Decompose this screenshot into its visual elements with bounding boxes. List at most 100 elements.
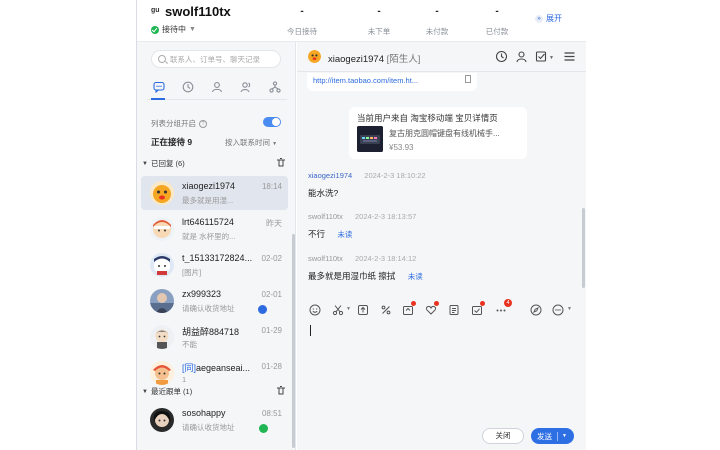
notification-count: 4: [504, 299, 512, 307]
more-icon[interactable]: 4: [495, 299, 512, 315]
group-toggle[interactable]: [263, 117, 281, 127]
contact-row[interactable]: xiaogezi1974 18:14 最多就是用湿...: [141, 176, 288, 210]
stranger-tag: [陌生人]: [386, 54, 421, 65]
message-body: 不行: [308, 229, 326, 239]
sidebar-scrollbar[interactable]: [292, 234, 295, 448]
product-card[interactable]: 当前用户来自 淘宝移动端 宝贝详情页 复古朋克圆帽键盘有线机械手... ¥53.…: [349, 107, 527, 159]
avatar: [150, 361, 174, 385]
expand-button[interactable]: » 展开: [535, 13, 562, 24]
section-title: 已回复: [150, 159, 174, 168]
status-label: 接待中: [162, 25, 186, 34]
contact-name: t_15133172824...: [182, 253, 260, 263]
message-text: 最多就是用湿巾纸 擦拭 未读: [308, 270, 423, 282]
chat-avatar[interactable]: [308, 50, 321, 63]
caret-down-icon[interactable]: ▼: [562, 433, 567, 439]
serving-count: 正在接待 9: [151, 137, 193, 147]
contact-row[interactable]: 胡益醉884718 01-29 不能: [141, 320, 288, 354]
emoji-icon[interactable]: [309, 303, 321, 316]
notification-dot: [411, 301, 416, 306]
chat-title: xiaogezi1974 [陌生人]: [328, 51, 420, 65]
contact-name: 胡益醉884718: [182, 325, 260, 338]
org-tree-icon[interactable]: [269, 80, 281, 93]
avatar: [150, 217, 174, 241]
contact-time: 18:14: [261, 182, 282, 191]
clock-icon[interactable]: [182, 81, 194, 93]
scissors-icon[interactable]: [332, 303, 344, 316]
caret-down-icon: ▼: [272, 141, 278, 147]
account-name: swolf110tx: [165, 4, 231, 19]
app-window: gu swolf110tx 接待中 ▼ - 今日接待 - 未下单 - 未付款 -…: [136, 0, 586, 450]
contact-time: 08:51: [261, 409, 282, 418]
send-label: 发送: [537, 431, 552, 441]
contact-preview: [图片]: [182, 268, 202, 277]
text-cursor: [310, 325, 311, 336]
sort-selector[interactable]: 按入联系时间 ▼: [225, 137, 277, 148]
message-time: 2024-2-3 18:13:57: [354, 212, 417, 221]
caret-down-icon[interactable]: ▼: [549, 55, 554, 61]
message-input[interactable]: [297, 322, 586, 422]
unread-status: 未读: [337, 230, 353, 239]
link-url: http://item.taobao.com/item.ht...: [313, 76, 419, 85]
contact-row[interactable]: t_15133172824... 02-02 [图片]: [141, 248, 288, 282]
contact-row[interactable]: zx999323 02-01 请确认收货地址: [141, 284, 288, 318]
close-button[interactable]: 关闭: [482, 428, 524, 444]
stat-paid[interactable]: - 已付款: [472, 6, 522, 37]
avatar: [150, 181, 174, 205]
search-input[interactable]: 联系人、订单号、聊天记录: [151, 50, 281, 68]
message-meta: swolf110tx 2024-2-3 18:13:57: [308, 212, 416, 221]
compass-icon[interactable]: [530, 303, 542, 316]
contact-name-text: lrt646115724: [182, 217, 234, 227]
section-replied[interactable]: ▼ 已回复 (6): [142, 158, 292, 169]
menu-icon[interactable]: [563, 50, 576, 63]
clear-list-icon[interactable]: [276, 157, 286, 167]
stat-value: -: [377, 6, 381, 17]
chat-contact-name: xiaogezi1974: [328, 54, 384, 65]
contact-name-text: t_15133172824...: [182, 253, 253, 263]
caret-down-icon[interactable]: ▼: [346, 306, 351, 312]
chat-settings-icon[interactable]: [552, 303, 564, 316]
contact-time: 昨天: [266, 219, 282, 228]
search-placeholder: 联系人、订单号、聊天记录: [170, 54, 260, 64]
notification-dot: [434, 301, 439, 306]
person-icon[interactable]: [211, 81, 223, 93]
section-recent-orders[interactable]: ▼ 最近跟单 (1): [142, 386, 292, 397]
app-logo: gu: [151, 7, 160, 14]
stat-unpaid[interactable]: - 未付款: [412, 6, 462, 37]
send-button[interactable]: 发送 ▼: [531, 428, 574, 444]
favorite-heart-icon[interactable]: [425, 301, 439, 315]
caret-down-icon[interactable]: ▼: [567, 306, 572, 312]
chat-bubble-icon[interactable]: [153, 81, 165, 93]
status-selector[interactable]: 接待中 ▼: [151, 24, 196, 35]
message-body: 最多就是用湿巾纸 擦拭: [308, 271, 396, 281]
discount-icon[interactable]: [380, 303, 392, 315]
chevrons-icon: »: [535, 14, 543, 23]
task-check-icon[interactable]: [535, 50, 548, 63]
contact-row[interactable]: sosohappy 08:51 请确认收货地址: [141, 403, 288, 437]
contact-row[interactable]: [同]aegeanseai... 01-28 1: [141, 356, 288, 390]
message-text: 能水洗?: [308, 187, 338, 199]
transfer-icon[interactable]: [402, 301, 416, 315]
order-card-icon[interactable]: [471, 301, 485, 315]
chat-scrollbar[interactable]: [582, 208, 585, 288]
contact-time: 01-28: [261, 362, 282, 371]
history-icon[interactable]: [495, 50, 508, 63]
clear-list-icon[interactable]: [276, 385, 286, 395]
unread-status: 未读: [407, 272, 423, 281]
avatar: [150, 289, 174, 313]
help-icon[interactable]: ?: [199, 119, 207, 128]
upload-file-icon[interactable]: [357, 303, 369, 315]
message-text: 不行 未读: [308, 228, 352, 240]
section-count: (1): [183, 387, 193, 396]
contact-preview: 1: [182, 375, 187, 384]
link-card[interactable]: http://item.taobao.com/item.ht...: [307, 73, 477, 91]
top-header: gu swolf110tx 接待中 ▼ - 今日接待 - 未下单 - 未付款 -…: [137, 0, 586, 42]
stat-today[interactable]: - 今日接待: [277, 6, 327, 37]
contact-preview: 最多就是用湿...: [182, 196, 234, 205]
contact-row[interactable]: lrt646115724 昨天 就是 水杯里的...: [141, 212, 288, 246]
note-icon[interactable]: [448, 303, 460, 315]
collapse-triangle-icon: ▼: [142, 160, 148, 167]
stat-no-order[interactable]: - 未下单: [354, 6, 404, 37]
contacts-icon[interactable]: [240, 81, 252, 93]
profile-icon[interactable]: [515, 50, 528, 63]
sender-name: xiaogezi1974: [308, 171, 353, 180]
